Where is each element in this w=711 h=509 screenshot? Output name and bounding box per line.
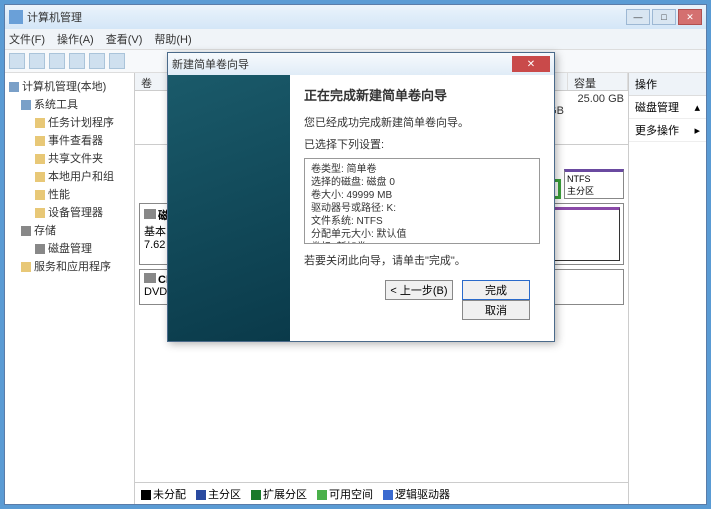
tree-item[interactable]: 任务计划程序 [7, 113, 132, 131]
nav-tree[interactable]: 计算机管理(本地) 系统工具 任务计划程序 事件查看器 共享文件夹 本地用户和组… [5, 73, 135, 504]
tree-item[interactable]: 本地用户和组 [7, 167, 132, 185]
disk-icon [35, 244, 45, 254]
legend-swatch [251, 490, 261, 500]
refresh-icon[interactable] [49, 53, 65, 69]
legend-swatch [317, 490, 327, 500]
actions-item-more[interactable]: 更多操作▸ [629, 119, 706, 142]
back-icon[interactable] [9, 53, 25, 69]
tree-disk-mgmt[interactable]: 磁盘管理 [7, 239, 132, 257]
settings-summary[interactable]: 卷类型: 简单卷 选择的磁盘: 磁盘 0 卷大小: 49999 MB 驱动器号或… [304, 158, 540, 244]
legend-swatch [383, 490, 393, 500]
help-icon[interactable] [89, 53, 105, 69]
legend: 未分配 主分区 扩展分区 可用空间 逻辑驱动器 [135, 482, 628, 504]
chevron-up-icon: ▴ [694, 101, 700, 114]
menu-action[interactable]: 操作(A) [57, 31, 94, 47]
app-icon [9, 10, 23, 24]
menu-file[interactable]: 文件(F) [9, 31, 45, 47]
wizard-dialog: 新建简单卷向导 ✕ 正在完成新建简单卷向导 您已经成功完成新建简单卷向导。 已选… [167, 52, 555, 342]
titlebar[interactable]: 计算机管理 — □ ✕ [5, 5, 706, 29]
tree-item[interactable]: 共享文件夹 [7, 149, 132, 167]
perf-icon [35, 190, 45, 200]
dialog-text: 若要关闭此向导，请单击"完成"。 [304, 252, 540, 268]
users-icon [35, 172, 45, 182]
close-button[interactable]: ✕ [678, 9, 702, 25]
menu-help[interactable]: 帮助(H) [154, 31, 191, 47]
chevron-right-icon: ▸ [694, 124, 700, 137]
actions-pane: 操作 磁盘管理▴ 更多操作▸ [628, 73, 706, 504]
disk-icon [144, 209, 156, 219]
legend-swatch [196, 490, 206, 500]
finish-button[interactable]: 完成 [462, 280, 530, 300]
dialog-content: 正在完成新建简单卷向导 您已经成功完成新建简单卷向导。 已选择下列设置: 卷类型… [290, 75, 554, 341]
dialog-heading: 正在完成新建简单卷向导 [304, 85, 540, 104]
tree-services[interactable]: 服务和应用程序 [7, 257, 132, 275]
back-button[interactable]: < 上一步(B) [385, 280, 453, 300]
tree-root[interactable]: 计算机管理(本地) [7, 77, 132, 95]
tree-storage[interactable]: 存储 [7, 221, 132, 239]
menubar: 文件(F) 操作(A) 查看(V) 帮助(H) [5, 29, 706, 49]
legend-swatch [141, 490, 151, 500]
task-icon [35, 118, 45, 128]
window-title: 计算机管理 [27, 9, 626, 25]
size-cell: 25.00 GB [568, 91, 628, 107]
tree-item[interactable]: 设备管理器 [7, 203, 132, 221]
actions-item-diskmgmt[interactable]: 磁盘管理▴ [629, 96, 706, 119]
maximize-button[interactable]: □ [652, 9, 676, 25]
partition-ntfs[interactable]: NTFS主分区 [564, 169, 624, 199]
storage-icon [21, 226, 31, 236]
view-icon[interactable] [109, 53, 125, 69]
wrench-icon [21, 100, 31, 110]
settings-icon[interactable] [69, 53, 85, 69]
tree-item[interactable]: 事件查看器 [7, 131, 132, 149]
tree-system-tools[interactable]: 系统工具 [7, 95, 132, 113]
dialog-titlebar[interactable]: 新建简单卷向导 ✕ [168, 53, 554, 75]
actions-header: 操作 [629, 73, 706, 96]
col-capacity[interactable]: 容量 [568, 73, 628, 90]
dialog-text: 您已经成功完成新建简单卷向导。 [304, 114, 540, 130]
dialog-sidebar [168, 75, 290, 341]
device-icon [35, 208, 45, 218]
menu-view[interactable]: 查看(V) [106, 31, 143, 47]
cdrom-icon [144, 273, 156, 283]
dialog-close-button[interactable]: ✕ [512, 56, 550, 72]
forward-icon[interactable] [29, 53, 45, 69]
minimize-button[interactable]: — [626, 9, 650, 25]
event-icon [35, 136, 45, 146]
share-icon [35, 154, 45, 164]
services-icon [21, 262, 31, 272]
dialog-text: 已选择下列设置: [304, 136, 540, 152]
computer-icon [9, 82, 19, 92]
tree-item[interactable]: 性能 [7, 185, 132, 203]
cancel-button[interactable]: 取消 [462, 300, 530, 320]
dialog-title: 新建简单卷向导 [172, 56, 512, 72]
